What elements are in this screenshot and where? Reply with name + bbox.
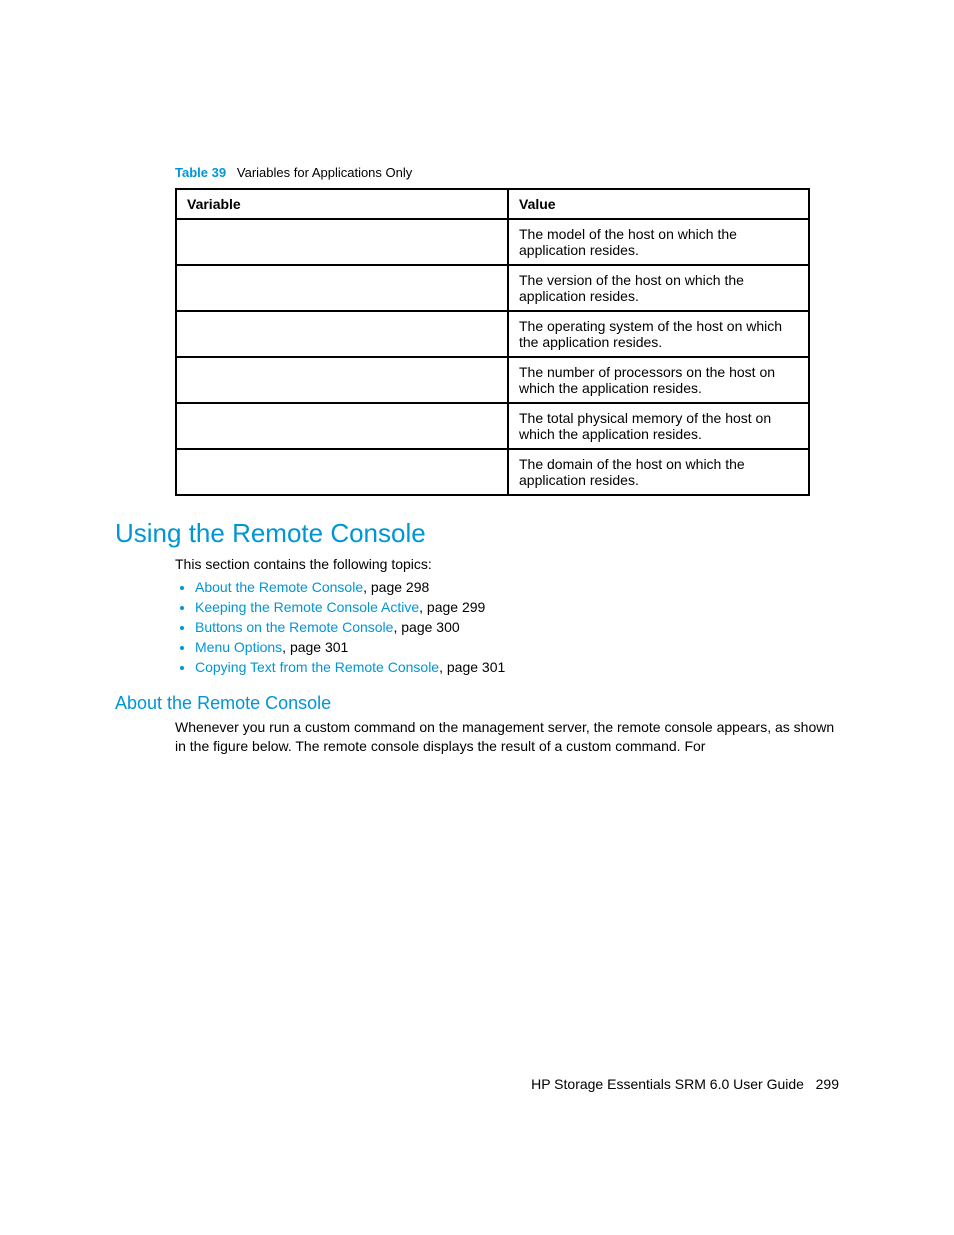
table-row: The version of the host on which the app… xyxy=(176,265,809,311)
footer-title: HP Storage Essentials SRM 6.0 User Guide xyxy=(531,1076,804,1092)
header-value: Value xyxy=(508,189,809,219)
table-row: The model of the host on which the appli… xyxy=(176,219,809,265)
table-title: Variables for Applications Only xyxy=(237,165,412,180)
cell-variable xyxy=(176,357,508,403)
table-row: The total physical memory of the host on… xyxy=(176,403,809,449)
cell-value: The version of the host on which the app… xyxy=(508,265,809,311)
cell-value: The total physical memory of the host on… xyxy=(508,403,809,449)
page-footer: HP Storage Essentials SRM 6.0 User Guide… xyxy=(531,1076,839,1092)
cell-value: The model of the host on which the appli… xyxy=(508,219,809,265)
link-suffix: , page 301 xyxy=(439,659,505,675)
link-about-remote-console[interactable]: About the Remote Console xyxy=(195,579,363,595)
subsection-body: Whenever you run a custom command on the… xyxy=(175,718,839,757)
cell-value: The number of processors on the host on … xyxy=(508,357,809,403)
cell-value: The domain of the host on which the appl… xyxy=(508,449,809,495)
list-item: Copying Text from the Remote Console, pa… xyxy=(195,659,839,675)
cell-variable xyxy=(176,265,508,311)
table-row: The number of processors on the host on … xyxy=(176,357,809,403)
table-header-row: Variable Value xyxy=(176,189,809,219)
section-heading-using-remote-console: Using the Remote Console xyxy=(115,518,839,549)
list-item: Keeping the Remote Console Active, page … xyxy=(195,599,839,615)
link-suffix: , page 301 xyxy=(282,639,348,655)
header-variable: Variable xyxy=(176,189,508,219)
subsection-heading-about-remote-console: About the Remote Console xyxy=(115,693,839,714)
link-menu-options[interactable]: Menu Options xyxy=(195,639,282,655)
table-row: The operating system of the host on whic… xyxy=(176,311,809,357)
list-item: Buttons on the Remote Console, page 300 xyxy=(195,619,839,635)
list-item: Menu Options, page 301 xyxy=(195,639,839,655)
link-suffix: , page 299 xyxy=(419,599,485,615)
cell-variable xyxy=(176,449,508,495)
topic-list: About the Remote Console, page 298 Keepi… xyxy=(175,579,839,675)
section-intro: This section contains the following topi… xyxy=(175,555,839,575)
cell-value: The operating system of the host on whic… xyxy=(508,311,809,357)
link-keeping-remote-console-active[interactable]: Keeping the Remote Console Active xyxy=(195,599,419,615)
link-buttons-on-remote-console[interactable]: Buttons on the Remote Console xyxy=(195,619,393,635)
cell-variable xyxy=(176,311,508,357)
list-item: About the Remote Console, page 298 xyxy=(195,579,839,595)
table-number: Table 39 xyxy=(175,165,226,180)
link-suffix: , page 298 xyxy=(363,579,429,595)
variables-table: Variable Value The model of the host on … xyxy=(175,188,810,496)
link-copying-text-from-remote-console[interactable]: Copying Text from the Remote Console xyxy=(195,659,439,675)
cell-variable xyxy=(176,403,508,449)
cell-variable xyxy=(176,219,508,265)
table-row: The domain of the host on which the appl… xyxy=(176,449,809,495)
link-suffix: , page 300 xyxy=(393,619,459,635)
page-number: 299 xyxy=(816,1076,839,1092)
table-caption: Table 39 Variables for Applications Only xyxy=(175,165,839,180)
